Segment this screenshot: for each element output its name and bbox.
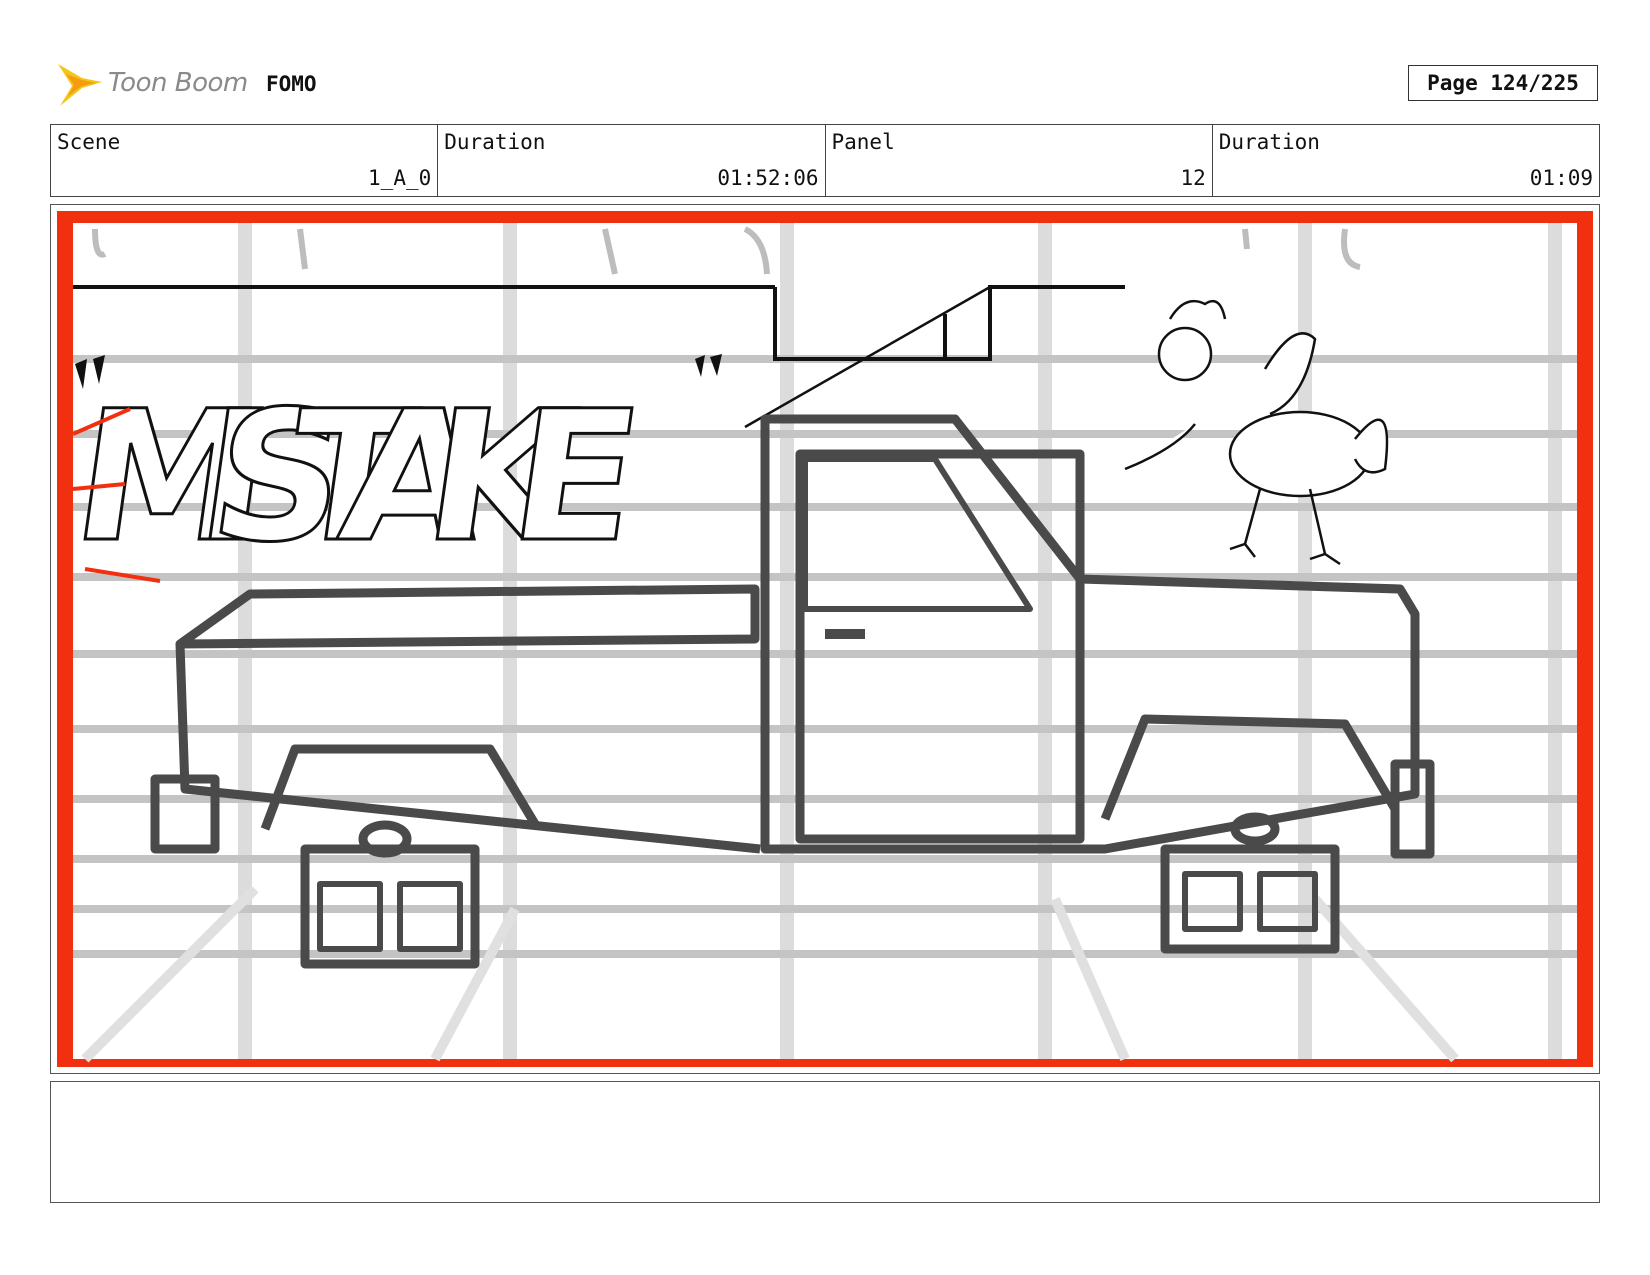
scene-duration-value: 01:52:06 bbox=[717, 166, 819, 190]
scene-info-table: Scene 1_A_0 Duration 01:52:06 Panel 12 D… bbox=[50, 124, 1600, 197]
panel-sketch: MISTAKE bbox=[57, 211, 1593, 1067]
panel-value: 12 bbox=[1180, 166, 1206, 190]
logo-text: Toon Boom bbox=[108, 68, 248, 98]
toon-boom-logo: Toon Boom bbox=[52, 56, 252, 112]
project-title: FOMO bbox=[266, 72, 317, 96]
scene-label: Scene bbox=[57, 130, 121, 154]
panel-cell: Panel 12 bbox=[826, 125, 1213, 196]
scene-duration-label: Duration bbox=[444, 130, 546, 154]
panel-duration-cell: Duration 01:09 bbox=[1213, 125, 1599, 196]
graffiti-mistake: MISTAKE bbox=[61, 354, 722, 583]
panel-duration-label: Duration bbox=[1218, 130, 1320, 154]
starburst-icon bbox=[58, 64, 102, 106]
scene-cell: Scene 1_A_0 bbox=[51, 125, 439, 196]
panel-duration-value: 01:09 bbox=[1529, 166, 1593, 190]
panel-notes-box[interactable] bbox=[50, 1081, 1600, 1203]
storyboard-panel: MISTAKE bbox=[50, 204, 1600, 1074]
scene-duration-cell: Duration 01:52:06 bbox=[438, 125, 826, 196]
scene-value: 1_A_0 bbox=[368, 166, 432, 190]
panel-label: Panel bbox=[831, 130, 895, 154]
page-indicator: Page 124/225 bbox=[1408, 65, 1598, 101]
graffiti-text: MISTAKE bbox=[63, 372, 653, 582]
